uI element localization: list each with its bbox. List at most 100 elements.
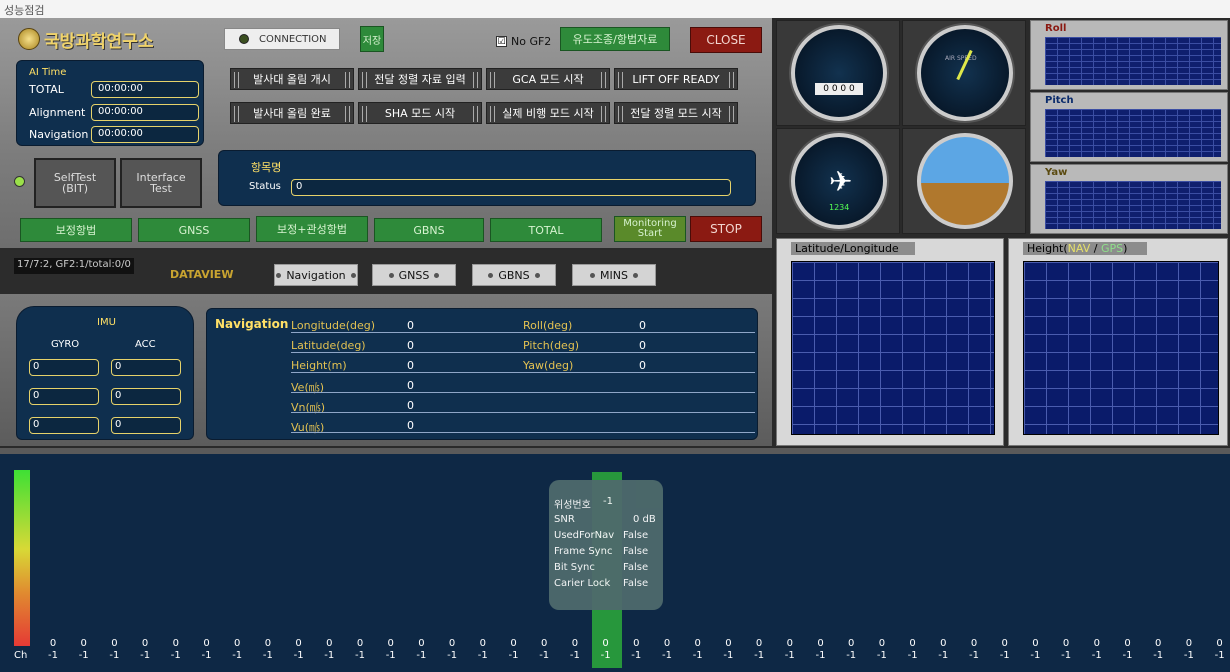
gps-legend: GPS [1100,242,1124,255]
guidance-data-button[interactable]: 유도조종/항법자료 [560,27,670,51]
mode-gnss-button[interactable]: GNSS [138,218,250,242]
latlon-title: Latitude/Longitude [791,242,915,255]
channel-prn: -1 [1061,650,1072,661]
close-button[interactable]: CLOSE [690,27,762,53]
cmd-launcher-raise-done[interactable]: 발사대 올림 완료 [230,102,354,124]
channel-column[interactable]: 0 -1 [965,638,983,662]
channel-column[interactable]: 0 -1 [597,638,615,662]
channel-snr: 0 [295,638,302,649]
channel-column[interactable]: 0 -1 [412,638,430,662]
connection-indicator[interactable]: CONNECTION [224,28,340,50]
channel-column[interactable]: 0 -1 [873,638,891,662]
tab-gnss[interactable]: GNSS [372,264,456,286]
channel-column[interactable]: 0 -1 [842,638,860,662]
channel-column[interactable]: 0 -1 [812,638,830,662]
mode-total-button[interactable]: TOTAL [490,218,602,242]
mode-corrected-inertial-button[interactable]: 보정+관성항법 [256,216,368,242]
channel-prn: -1 [876,650,887,661]
channel-column[interactable]: 0 -1 [505,638,523,662]
ai-time-panel: AI Time TOTAL 00:00:00 Alignment 00:00:0… [16,60,204,146]
channel-column[interactable]: 0 -1 [719,638,737,662]
channel-column[interactable]: 0 -1 [904,638,922,662]
selftest-bit-button[interactable]: SelfTest (BIT) [34,158,116,208]
channel-column[interactable]: 0 -1 [996,638,1014,662]
channel-column[interactable]: 0 -1 [627,638,645,662]
channel-column[interactable]: 0 -1 [1026,638,1044,662]
channel-column[interactable]: 0 -1 [198,638,216,662]
channel-snr: 0 [571,638,579,649]
monitoring-start-button[interactable]: Monitoring Start [614,216,686,242]
cmd-gca-mode[interactable]: GCA 모드 시작 [486,68,610,90]
channel-column[interactable]: 0 -1 [320,638,338,662]
tab-label: MINS [600,268,628,282]
channel-column[interactable]: 0 -1 [228,638,246,662]
tip-key: UsedForNav [554,530,615,541]
stop-button[interactable]: STOP [690,216,762,242]
cmd-launcher-raise-start[interactable]: 발사대 올림 개시 [230,68,354,90]
channel-column[interactable]: 0 -1 [1180,638,1198,662]
channel-column[interactable]: 0 -1 [689,638,707,662]
tab-mins[interactable]: MINS [572,264,656,286]
nav-label: Roll(deg) [523,319,573,332]
nav-label: Pitch(deg) [523,339,580,352]
cmd-real-flight-mode[interactable]: 실제 비행 모드 시작 [486,102,610,124]
mode-corrected-nav-button[interactable]: 보정항법 [20,218,132,242]
nav-value: 0 [407,419,414,432]
logo: 국방과학연구소 [18,26,178,52]
save-button[interactable]: 저장 [360,26,384,52]
channel-prn: -1 [539,650,550,661]
channel-prn: -1 [232,650,243,661]
channel-column[interactable]: 0 -1 [934,638,952,662]
channel-prn: -1 [385,650,396,661]
channel-column[interactable]: 0 -1 [44,638,62,662]
nav-value: 0 [639,359,646,372]
no-gf2-checkbox[interactable]: ☑ No GF2 [496,35,551,48]
latlon-grid [791,261,995,435]
logo-text: 국방과학연구소 [44,31,154,52]
channel-snr: 0 [387,638,394,649]
channel-prn: -1 [477,650,488,661]
channel-column[interactable]: 0 -1 [1088,638,1106,662]
yaw-label: Yaw [1045,167,1068,178]
dot-icon [434,272,440,278]
cmd-sha-mode[interactable]: SHA 모드 시작 [358,102,482,124]
channel-snr: 0 [1124,638,1131,649]
channel-column[interactable]: 0 -1 [351,638,369,662]
channel-column[interactable]: 0 -1 [1149,638,1167,662]
channel-snr: 0 [141,638,149,649]
channel-column[interactable]: 0 -1 [750,638,768,662]
channel-column[interactable]: 0 -1 [781,638,799,662]
channel-prn: -1 [508,650,519,661]
channel-snr: 0 [1032,638,1039,649]
channel-column[interactable]: 0 -1 [1057,638,1075,662]
channel-column[interactable]: 0 -1 [474,638,492,662]
channel-prn: -1 [324,650,335,661]
mode-gbns-button[interactable]: GBNS [374,218,484,242]
channel-column[interactable]: 0 -1 [658,638,676,662]
channel-column[interactable]: 0 -1 [167,638,185,662]
tab-navigation[interactable]: Navigation [274,264,358,286]
channel-column[interactable]: 0 -1 [443,638,461,662]
navigation-title: Navigation [215,317,289,331]
channel-prn: -1 [723,650,734,661]
channel-column[interactable]: 0 -1 [566,638,584,662]
cmd-transfer-align-mode[interactable]: 전달 정렬 모드 시작 [614,102,738,124]
channel-column[interactable]: 0 -1 [259,638,277,662]
tab-gbns[interactable]: GBNS [472,264,556,286]
channel-prn: -1 [569,650,580,661]
interface-test-button[interactable]: Interface Test [120,158,202,208]
channel-column[interactable]: 0 -1 [136,638,154,662]
channel-column[interactable]: 0 -1 [1211,638,1229,662]
channel-column[interactable]: 0 -1 [290,638,308,662]
channel-snr: 0 [1001,638,1008,649]
cmd-lift-off-ready[interactable]: LIFT OFF READY [614,68,738,90]
dot-icon [388,272,394,278]
cmd-transfer-align-input[interactable]: 전달 정렬 자료 입력 [358,68,482,90]
channel-column[interactable]: 0 -1 [1119,638,1137,662]
roll-label: Roll [1045,23,1067,34]
channel-column[interactable]: 0 -1 [535,638,553,662]
channel-column[interactable]: 0 -1 [75,638,93,662]
channel-column[interactable]: 0 -1 [105,638,123,662]
channel-column[interactable]: 0 -1 [382,638,400,662]
dot-icon [632,272,638,278]
